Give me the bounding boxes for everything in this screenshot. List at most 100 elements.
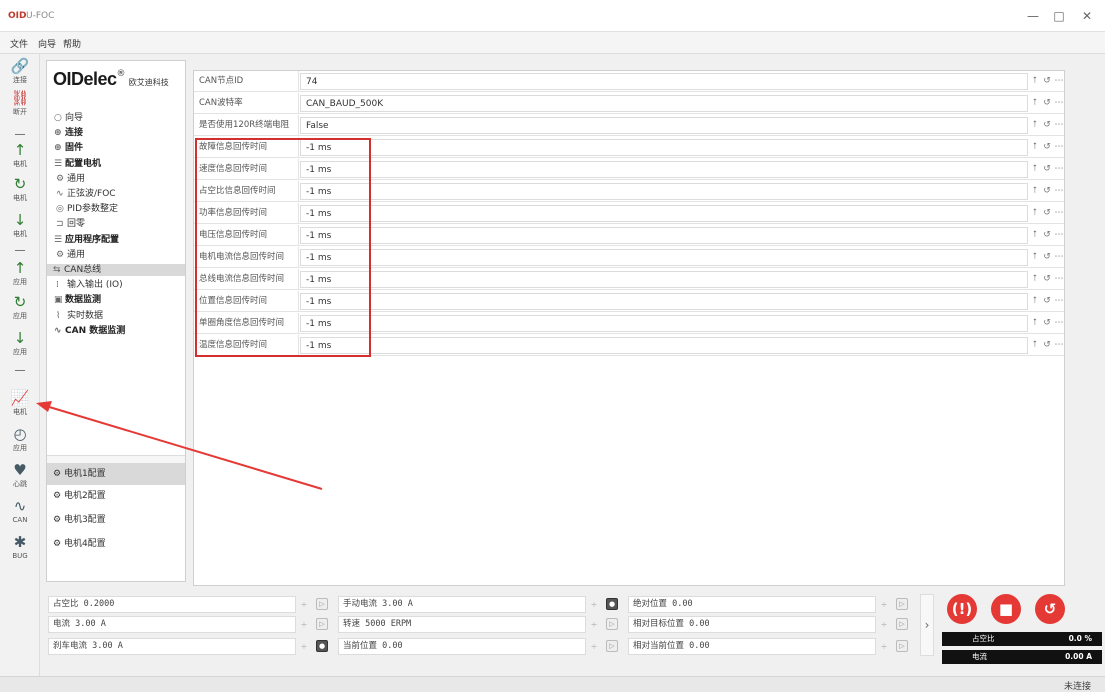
control-field[interactable]: 占空比 0.2000: [48, 596, 296, 613]
control-field[interactable]: 相对目标位置 0.00: [628, 616, 876, 633]
more-icon[interactable]: ⋯: [1054, 184, 1064, 198]
reset-icon[interactable]: ↺: [1042, 228, 1052, 242]
tree-item-12[interactable]: ▣ 数据监测: [54, 294, 101, 306]
spin-stepper[interactable]: ÷: [590, 616, 598, 633]
tree-item-14[interactable]: ∿ CAN 数据监测: [54, 325, 125, 337]
reset-icon[interactable]: ↺: [1042, 184, 1052, 198]
more-icon[interactable]: ⋯: [1054, 316, 1064, 330]
tree-item-11[interactable]: ⁞ 输入输出 (IO): [56, 279, 123, 291]
reset-icon[interactable]: ↺: [1042, 250, 1052, 264]
toolbar-upload-icon-5[interactable]: ↑ 应用: [0, 260, 40, 292]
toolbar-unlink-icon-1[interactable]: ⛓ 断开: [0, 90, 40, 122]
more-icon[interactable]: ⋯: [1054, 140, 1064, 154]
reset-icon[interactable]: ↺: [1042, 338, 1052, 352]
upload-icon[interactable]: ⭡: [1030, 184, 1040, 198]
more-icon[interactable]: ⋯: [1054, 74, 1064, 88]
spin-stepper[interactable]: ÷: [590, 638, 598, 655]
more-icon[interactable]: ⋯: [1054, 96, 1064, 110]
more-icon[interactable]: ⋯: [1054, 162, 1064, 176]
toolbar-upload-icon-2[interactable]: ↑ 电机: [0, 142, 40, 174]
tree-item-8[interactable]: ☰ 应用程序配置: [54, 234, 119, 246]
tree-item-7[interactable]: ⊐ 回零: [56, 218, 85, 230]
control-field[interactable]: 转速 5000 ERPM: [338, 616, 586, 633]
more-icon[interactable]: ⋯: [1054, 338, 1064, 352]
enable-toggle[interactable]: ●: [316, 640, 328, 652]
upload-icon[interactable]: ⭡: [1030, 294, 1040, 308]
param-value-field[interactable]: -1 ms: [300, 183, 1028, 200]
param-value-field[interactable]: 74: [300, 73, 1028, 90]
enable-toggle[interactable]: ▷: [896, 618, 908, 630]
toolbar-refresh-icon-3[interactable]: ↻ 电机: [0, 176, 40, 208]
menu-wizard[interactable]: 向导: [38, 37, 56, 50]
spin-stepper[interactable]: ÷: [880, 596, 888, 613]
enable-toggle[interactable]: ▷: [606, 618, 618, 630]
tree-item-5[interactable]: ∿ 正弦波/FOC: [56, 188, 116, 200]
motor-config-3[interactable]: ⚙ 电机3配置: [53, 511, 106, 529]
toolbar-chart-icon-8[interactable]: 📈 电机: [0, 390, 40, 422]
tree-item-10[interactable]: ⇆ CAN总线: [47, 264, 185, 276]
tree-item-13[interactable]: ⌇ 实时数据: [56, 310, 103, 322]
tree-item-3[interactable]: ☰ 配置电机: [54, 158, 101, 170]
toolbar-heart-icon-10[interactable]: ♥ 心跳: [0, 462, 40, 494]
tree-item-1[interactable]: ⊕ 连接: [54, 127, 83, 139]
spin-stepper[interactable]: ÷: [880, 616, 888, 633]
toolbar-download-icon-7[interactable]: ↓ 应用: [0, 330, 40, 362]
stop-button[interactable]: ■: [991, 594, 1021, 624]
toolbar-wave-icon-11[interactable]: ∿ CAN: [0, 498, 40, 530]
upload-icon[interactable]: ⭡: [1030, 272, 1040, 286]
expand-chevron[interactable]: ›: [920, 594, 934, 656]
fault-button[interactable]: (!): [947, 594, 977, 624]
upload-icon[interactable]: ⭡: [1030, 228, 1040, 242]
menu-help[interactable]: 帮助: [63, 37, 81, 50]
param-value-field[interactable]: False: [300, 117, 1028, 134]
enable-toggle[interactable]: ●: [606, 598, 618, 610]
menu-file[interactable]: 文件: [10, 37, 28, 50]
more-icon[interactable]: ⋯: [1054, 206, 1064, 220]
reset-icon[interactable]: ↺: [1042, 206, 1052, 220]
control-field[interactable]: 手动电流 3.00 A: [338, 596, 586, 613]
spin-stepper[interactable]: ÷: [300, 616, 308, 633]
upload-icon[interactable]: ⭡: [1030, 96, 1040, 110]
maximize-button[interactable]: □: [1048, 8, 1070, 24]
tree-item-4[interactable]: ⚙ 通用: [56, 173, 85, 185]
enable-toggle[interactable]: ▷: [606, 640, 618, 652]
param-value-field[interactable]: -1 ms: [300, 271, 1028, 288]
tree-item-0[interactable]: ○ 向导: [54, 112, 83, 124]
enable-toggle[interactable]: ▷: [316, 598, 328, 610]
spin-stepper[interactable]: ÷: [880, 638, 888, 655]
toolbar-refresh-icon-6[interactable]: ↻ 应用: [0, 294, 40, 326]
enable-toggle[interactable]: ▷: [316, 618, 328, 630]
reset-icon[interactable]: ↺: [1042, 118, 1052, 132]
param-value-field[interactable]: -1 ms: [300, 315, 1028, 332]
param-value-field[interactable]: -1 ms: [300, 227, 1028, 244]
upload-icon[interactable]: ⭡: [1030, 74, 1040, 88]
param-value-field[interactable]: CAN_BAUD_500K: [300, 95, 1028, 112]
tree-item-9[interactable]: ⚙ 通用: [56, 249, 85, 261]
reset-icon[interactable]: ↺: [1042, 74, 1052, 88]
close-button[interactable]: ✕: [1076, 8, 1098, 24]
spin-stepper[interactable]: ÷: [300, 638, 308, 655]
reset-icon[interactable]: ↺: [1042, 96, 1052, 110]
more-icon[interactable]: ⋯: [1054, 228, 1064, 242]
reset-icon[interactable]: ↺: [1042, 162, 1052, 176]
toolbar-bug-icon-12[interactable]: ✱ BUG: [0, 534, 40, 566]
upload-icon[interactable]: ⭡: [1030, 316, 1040, 330]
reset-icon[interactable]: ↺: [1042, 140, 1052, 154]
toolbar-gauge-icon-9[interactable]: ◴ 应用: [0, 426, 40, 458]
control-field[interactable]: 当前位置 0.00: [338, 638, 586, 655]
upload-icon[interactable]: ⭡: [1030, 162, 1040, 176]
param-value-field[interactable]: -1 ms: [300, 161, 1028, 178]
tree-item-2[interactable]: ⊕ 固件: [54, 142, 83, 154]
motor-config-1[interactable]: ⚙ 电机1配置: [47, 463, 185, 485]
more-icon[interactable]: ⋯: [1054, 118, 1064, 132]
spin-stepper[interactable]: ÷: [590, 596, 598, 613]
control-field[interactable]: 相对当前位置 0.00: [628, 638, 876, 655]
upload-icon[interactable]: ⭡: [1030, 206, 1040, 220]
reset-icon[interactable]: ↺: [1042, 316, 1052, 330]
param-value-field[interactable]: -1 ms: [300, 337, 1028, 354]
param-value-field[interactable]: -1 ms: [300, 293, 1028, 310]
upload-icon[interactable]: ⭡: [1030, 338, 1040, 352]
reset-button[interactable]: ↺: [1035, 594, 1065, 624]
more-icon[interactable]: ⋯: [1054, 294, 1064, 308]
param-value-field[interactable]: -1 ms: [300, 139, 1028, 156]
